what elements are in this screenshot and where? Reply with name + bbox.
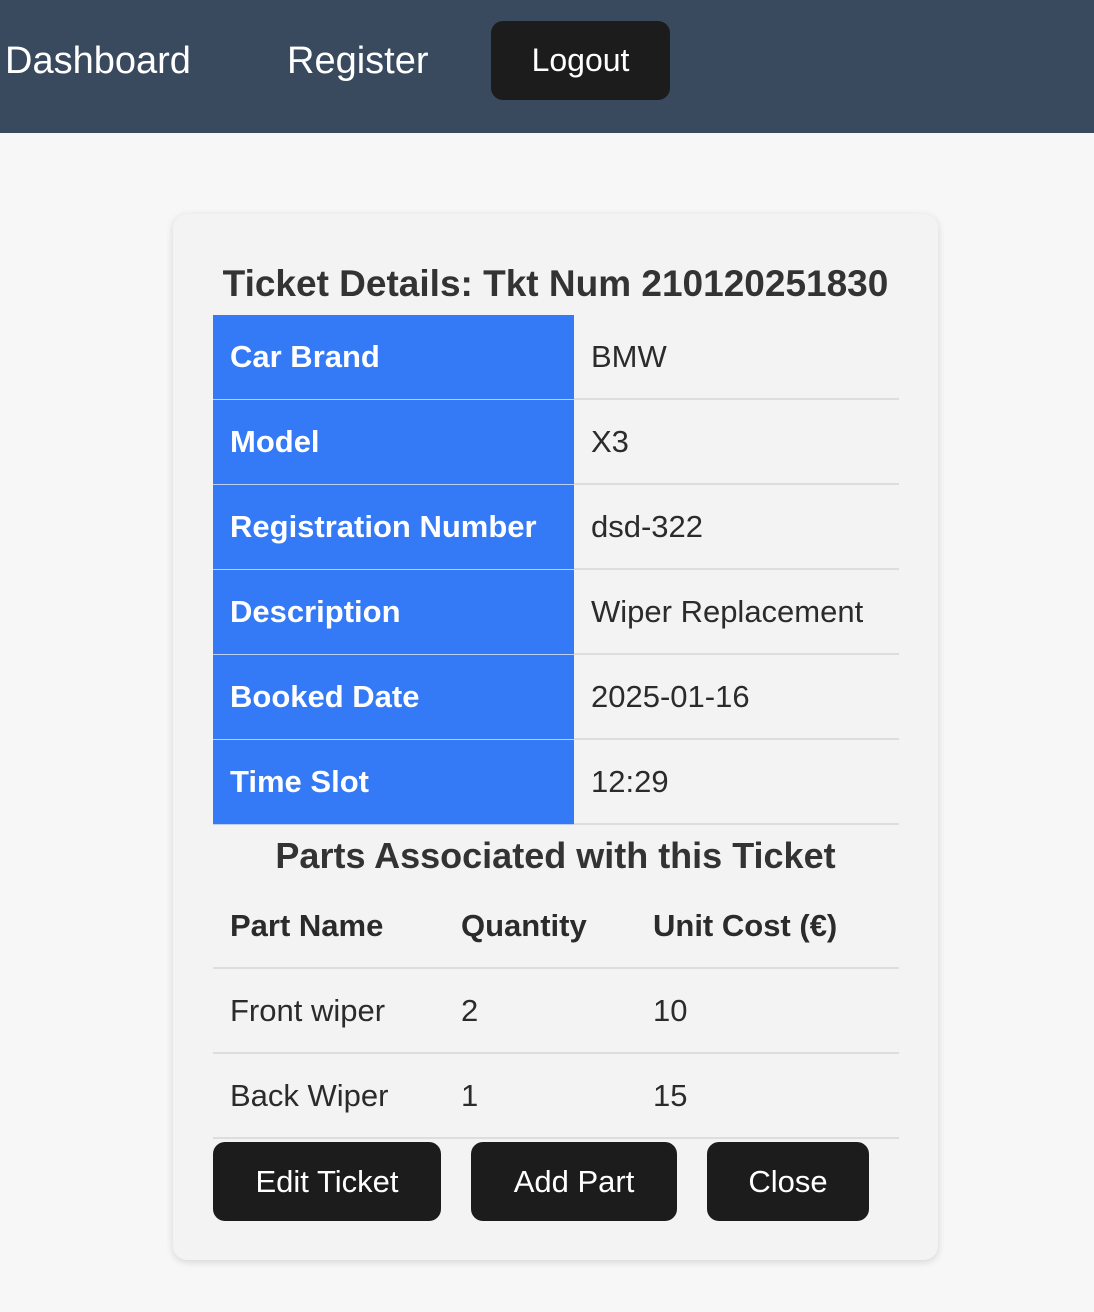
detail-value: 12:29 [574,740,899,825]
top-navbar: Dashboard Register Logout [0,0,1094,133]
detail-label: Car Brand [213,315,574,400]
table-row: Back Wiper 1 15 [213,1054,899,1139]
ticket-details-card: Ticket Details: Tkt Num 210120251830 Car… [173,214,938,1260]
detail-value: 2025-01-16 [574,655,899,740]
close-button[interactable]: Close [707,1142,869,1221]
detail-row-model: Model X3 [213,400,899,485]
parts-table: Part Name Quantity Unit Cost (€) Front w… [213,884,899,1139]
unit-cost-cell: 15 [653,1077,688,1113]
add-part-button[interactable]: Add Part [471,1142,677,1221]
detail-label: Description [213,570,574,655]
detail-row-car-brand: Car Brand BMW [213,315,899,400]
logout-button[interactable]: Logout [491,21,670,100]
unit-cost-cell: 10 [653,992,688,1028]
detail-value: BMW [574,315,899,400]
edit-ticket-button[interactable]: Edit Ticket [213,1142,441,1221]
detail-label: Registration Number [213,485,574,570]
detail-row-description: Description Wiper Replacement [213,570,899,655]
detail-value: Wiper Replacement [574,570,899,655]
nav-link-register[interactable]: Register [287,37,429,85]
detail-row-booked-date: Booked Date 2025-01-16 [213,655,899,740]
nav-link-dashboard[interactable]: Dashboard [5,37,191,85]
detail-value: dsd-322 [574,485,899,570]
parts-table-header: Part Name Quantity Unit Cost (€) [213,884,899,969]
detail-label: Model [213,400,574,485]
ticket-title: Ticket Details: Tkt Num 210120251830 [222,263,889,304]
quantity-cell: 2 [461,992,479,1028]
table-row: Front wiper 2 10 [213,969,899,1054]
detail-label: Time Slot [213,740,574,825]
parts-section-title: Parts Associated with this Ticket [275,835,836,876]
part-name-cell: Back Wiper [230,1077,389,1113]
part-name-cell: Front wiper [230,992,386,1028]
detail-value: X3 [574,400,899,485]
ticket-details-table: Car Brand BMW Model X3 Registration Numb… [213,315,899,825]
quantity-cell: 1 [461,1077,479,1113]
column-header-part-name: Part Name [230,907,384,943]
detail-row-registration-number: Registration Number dsd-322 [213,485,899,570]
detail-row-time-slot: Time Slot 12:29 [213,740,899,825]
column-header-quantity: Quantity [461,907,587,943]
column-header-unit-cost: Unit Cost (€) [653,907,838,943]
detail-label: Booked Date [213,655,574,740]
